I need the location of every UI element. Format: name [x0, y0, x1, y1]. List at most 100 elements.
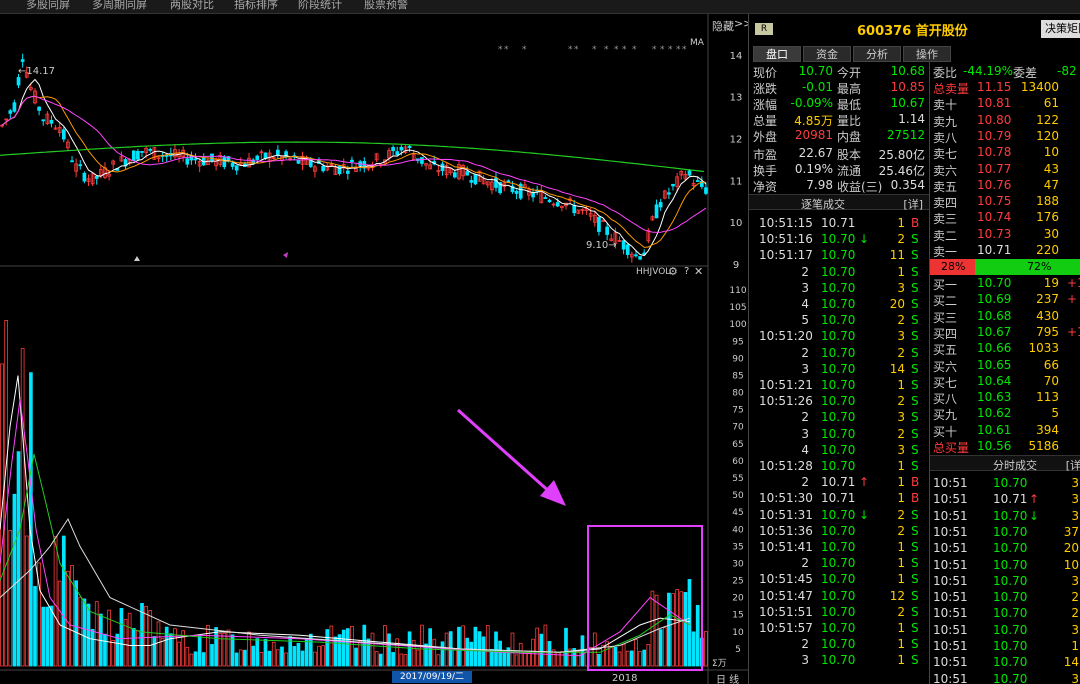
- tick-price: 10.70: [821, 507, 856, 522]
- tick-volume: 1: [897, 556, 905, 571]
- minute-price: 10.70: [993, 655, 1028, 670]
- quote-label: 净资: [753, 180, 778, 194]
- minute-volume: 3: [1071, 671, 1079, 684]
- tick-time: 3: [801, 426, 809, 441]
- period-label[interactable]: 日 线: [716, 671, 739, 684]
- minute-price: 10.71: [993, 492, 1028, 507]
- sell-volume: 13400: [1020, 80, 1059, 94]
- volume-tick: 50: [732, 491, 744, 501]
- tick-side: S: [911, 523, 919, 538]
- kline-chart[interactable]: 1413121110911010510095908580757065605550…: [0, 14, 748, 684]
- minute-price: 10.70: [993, 557, 1028, 572]
- buy-volume: 430: [1036, 308, 1059, 323]
- ticks-header: 逐笔成交 [详]: [749, 194, 929, 212]
- volume-bar: [82, 598, 87, 667]
- ticks-detail-link[interactable]: [详]: [903, 196, 923, 212]
- volume-bar: [564, 627, 568, 667]
- minute-volume: 1: [1071, 639, 1079, 653]
- volume-bar: [136, 630, 140, 667]
- candle-body: [667, 192, 671, 195]
- quote-value: 0.354: [890, 178, 925, 192]
- candle-body: [407, 145, 412, 148]
- close-icon[interactable]: ✕: [694, 265, 703, 278]
- tick-volume: 3: [897, 410, 905, 425]
- tick-time: 10:51:30: [759, 491, 813, 506]
- quote-label: 涨幅: [753, 98, 778, 112]
- volume-tick: 70: [732, 423, 744, 433]
- tick-volume: 1: [897, 459, 905, 473]
- volume-bar: [440, 641, 445, 667]
- sell-price: 10.79: [977, 128, 1012, 143]
- volume-bar: [4, 320, 9, 667]
- candle-body: [140, 151, 144, 153]
- quote-label: 外盘: [753, 130, 778, 144]
- volume-bar: [74, 580, 78, 667]
- sell-price: 10.71: [977, 243, 1012, 257]
- volume-bar: [103, 633, 107, 667]
- minute-price: 10.70: [993, 606, 1028, 621]
- tick-time: 2: [801, 410, 809, 425]
- minute-time: 10:51: [933, 557, 968, 572]
- signal-star: *: [574, 45, 579, 55]
- minute-detail-link[interactable]: [详: [1066, 457, 1080, 473]
- tab-alert[interactable]: 股票预警: [364, 0, 408, 12]
- candle-body: [296, 159, 301, 164]
- tab-analysis[interactable]: 分析: [853, 46, 901, 62]
- gear-icon[interactable]: ⚙: [668, 265, 678, 278]
- tick-volume: 2: [897, 232, 905, 247]
- decision-matrix-button[interactable]: 决策矩阵: [1041, 20, 1080, 38]
- volume-bar: [704, 631, 708, 667]
- tick-side: S: [911, 378, 919, 392]
- sell-volume: 43: [1043, 161, 1059, 176]
- volume-bar: [16, 451, 21, 667]
- tick-side: S: [911, 507, 919, 522]
- volume-bar: [164, 626, 169, 667]
- tab-multi-period[interactable]: 多周期同屏: [92, 0, 147, 12]
- tick-volume: 14: [889, 361, 905, 376]
- tick-volume: 20: [889, 297, 905, 311]
- signal-star: *: [652, 45, 657, 55]
- volume-indicator-label[interactable]: HHJVOL: [636, 267, 670, 277]
- hide-button[interactable]: 隐藏: [712, 18, 734, 34]
- minute-time: 10:51: [933, 508, 968, 523]
- tab-indicator-sort[interactable]: 指标排序: [234, 0, 278, 12]
- candle-body: [131, 150, 136, 161]
- minute-price: 10.70: [993, 622, 1028, 637]
- tick-price: 10.70: [821, 621, 856, 635]
- quote-value: 10.70: [798, 64, 833, 78]
- volume-bar: [292, 646, 297, 667]
- candle-body: [531, 192, 535, 198]
- volume-bar: [226, 629, 231, 667]
- buy-price: 10.66: [977, 341, 1012, 356]
- buy-price: 10.63: [977, 390, 1012, 405]
- tick-side: B: [911, 216, 920, 230]
- orderbook-label: 委比: [933, 66, 958, 80]
- tab-compare[interactable]: 两股对比: [170, 0, 214, 12]
- tick-time: 10:51:28: [759, 459, 813, 473]
- volume-bar: [679, 591, 684, 667]
- tab-stage-stats[interactable]: 阶段统计: [298, 0, 342, 12]
- price-tick: 14: [730, 51, 743, 62]
- volume-tick: 100: [729, 320, 746, 330]
- tick-time: 2: [801, 345, 809, 360]
- volume-bar: [238, 649, 243, 667]
- tab-orderbook[interactable]: 盘口: [753, 46, 801, 62]
- volume-bar: [403, 654, 408, 667]
- volume-tick: 5: [735, 645, 741, 655]
- sell-label: 卖一: [933, 245, 958, 259]
- help-icon[interactable]: ?: [684, 266, 689, 277]
- tab-multi-stock[interactable]: 多股同屏: [26, 0, 70, 12]
- buy-price: 10.61: [977, 422, 1012, 437]
- arrow-shaft: [457, 408, 553, 496]
- tick-volume: 1: [897, 475, 905, 490]
- minute-volume: 3: [1071, 573, 1079, 588]
- volume-bar: [214, 627, 218, 667]
- tab-funds[interactable]: 资金: [803, 46, 851, 62]
- tick-price: 10.70: [821, 637, 856, 652]
- price-tick: 12: [730, 135, 743, 146]
- tick-volume: 3: [897, 280, 905, 295]
- kline-chart-area[interactable]: 14 13 12 11 10 9 110 105 100 95 90 85 80 75 70 65 60 55 50…: [0, 14, 752, 684]
- candle-body: [465, 171, 470, 176]
- tab-operation[interactable]: 操作: [903, 46, 951, 62]
- minute-time: 10:51: [933, 541, 968, 556]
